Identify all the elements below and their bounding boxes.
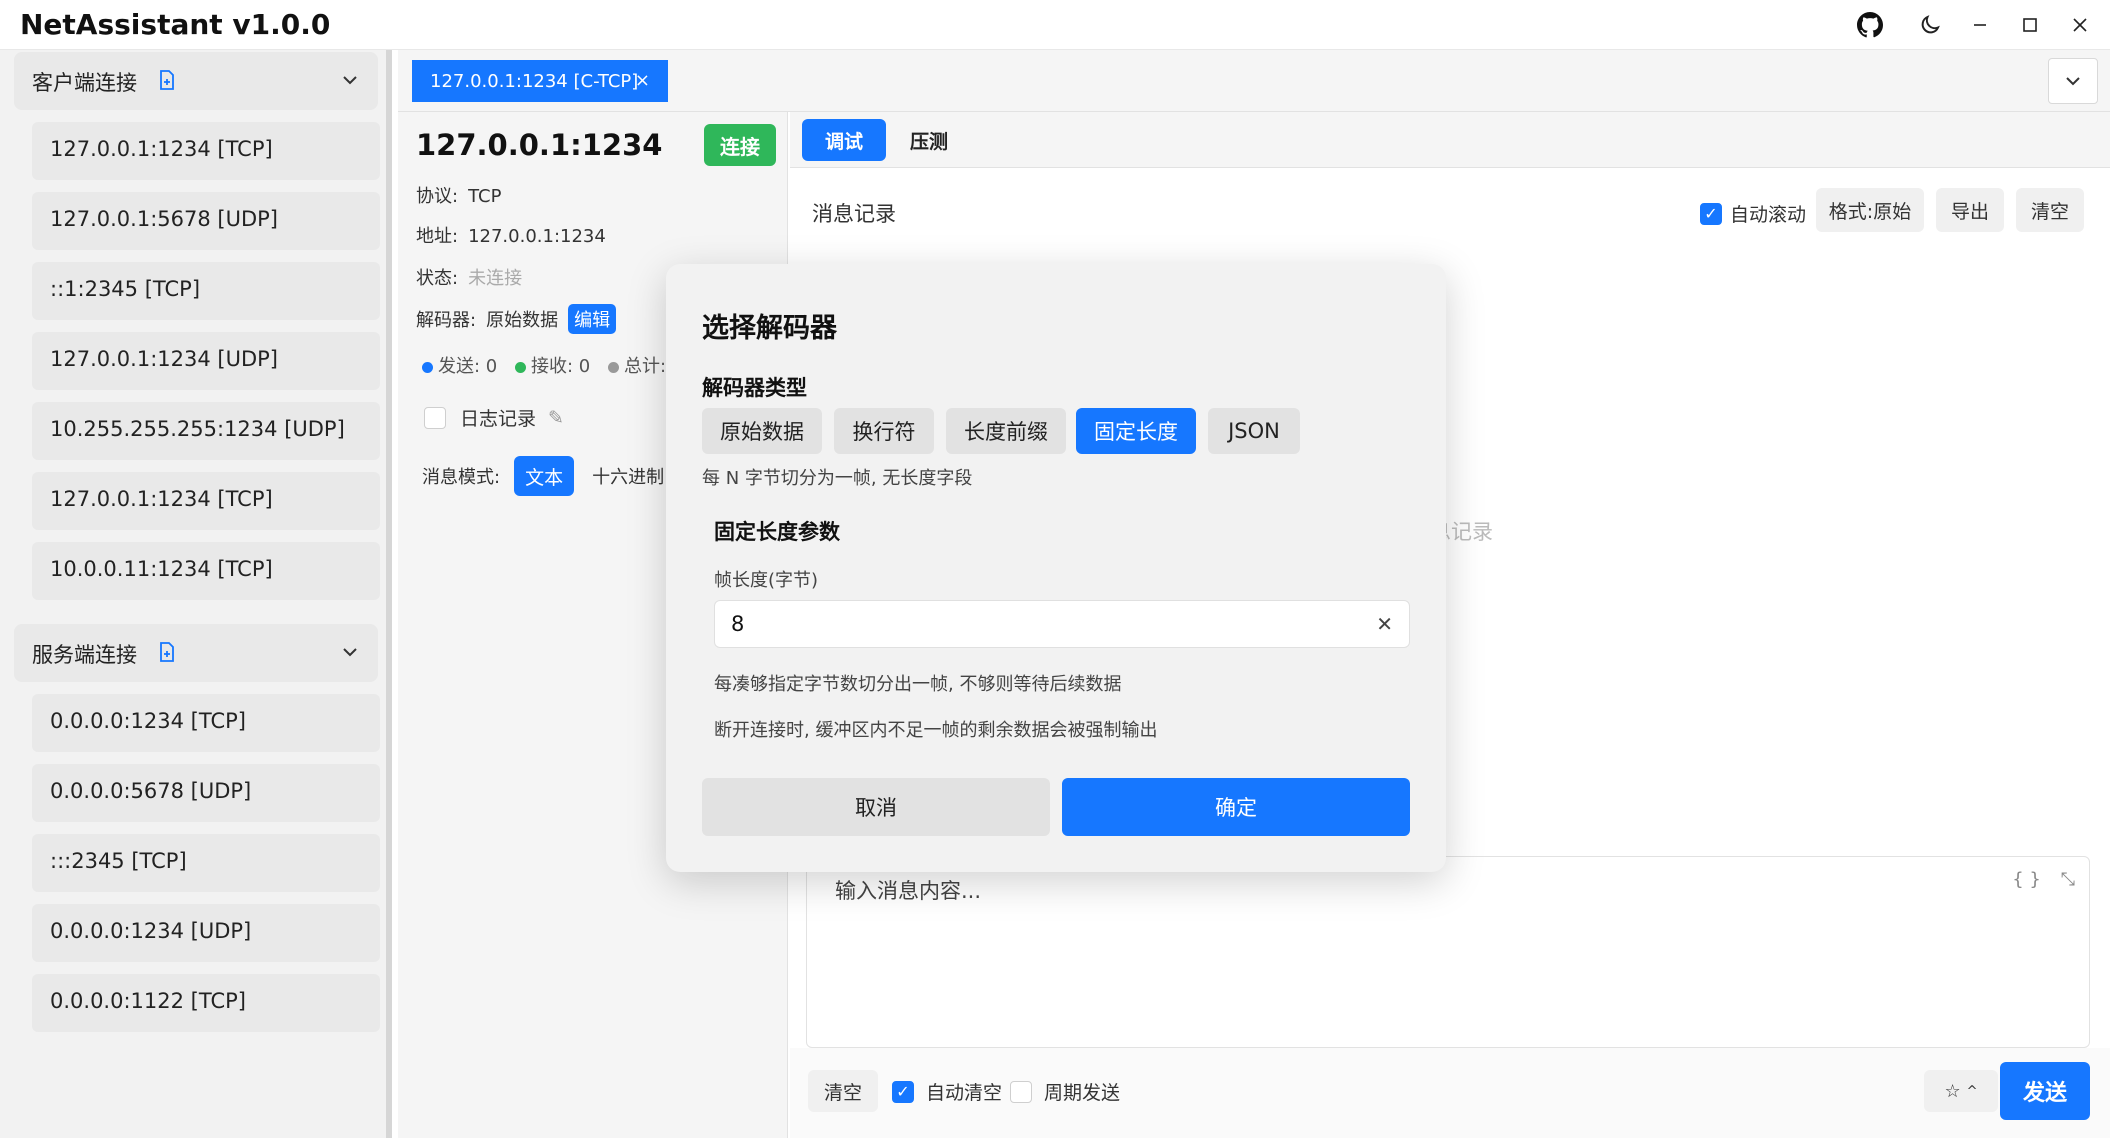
decoder-option-json[interactable]: JSON xyxy=(1208,408,1300,454)
cancel-button[interactable]: 取消 xyxy=(702,778,1050,836)
hint-text: 每凑够指定字节数切分出一帧, 不够则等待后续数据 xyxy=(714,674,1122,695)
decoder-type-label: 解码器类型 xyxy=(702,376,807,400)
hint-text: 断开连接时, 缓冲区内不足一帧的剩余数据会被强制输出 xyxy=(714,720,1158,741)
params-title: 固定长度参数 xyxy=(714,520,840,544)
dialog-title: 选择解码器 xyxy=(702,313,837,344)
decoder-option-length-prefix[interactable]: 长度前缀 xyxy=(946,408,1066,454)
decoder-description: 每 N 字节切分为一帧, 无长度字段 xyxy=(702,468,973,489)
decoder-option-raw[interactable]: 原始数据 xyxy=(702,408,822,454)
decoder-dialog: 选择解码器 解码器类型 原始数据 换行符 长度前缀 固定长度 JSON 每 N … xyxy=(666,264,1446,872)
decoder-option-fixed-length[interactable]: 固定长度 xyxy=(1076,408,1196,454)
clear-field-icon[interactable]: ✕ xyxy=(1376,612,1393,636)
frame-length-input[interactable]: 8 ✕ xyxy=(714,600,1410,648)
frame-length-label: 帧长度(字节) xyxy=(714,570,819,591)
frame-length-value: 8 xyxy=(731,612,745,636)
decoder-option-newline[interactable]: 换行符 xyxy=(834,408,934,454)
confirm-button[interactable]: 确定 xyxy=(1062,778,1410,836)
